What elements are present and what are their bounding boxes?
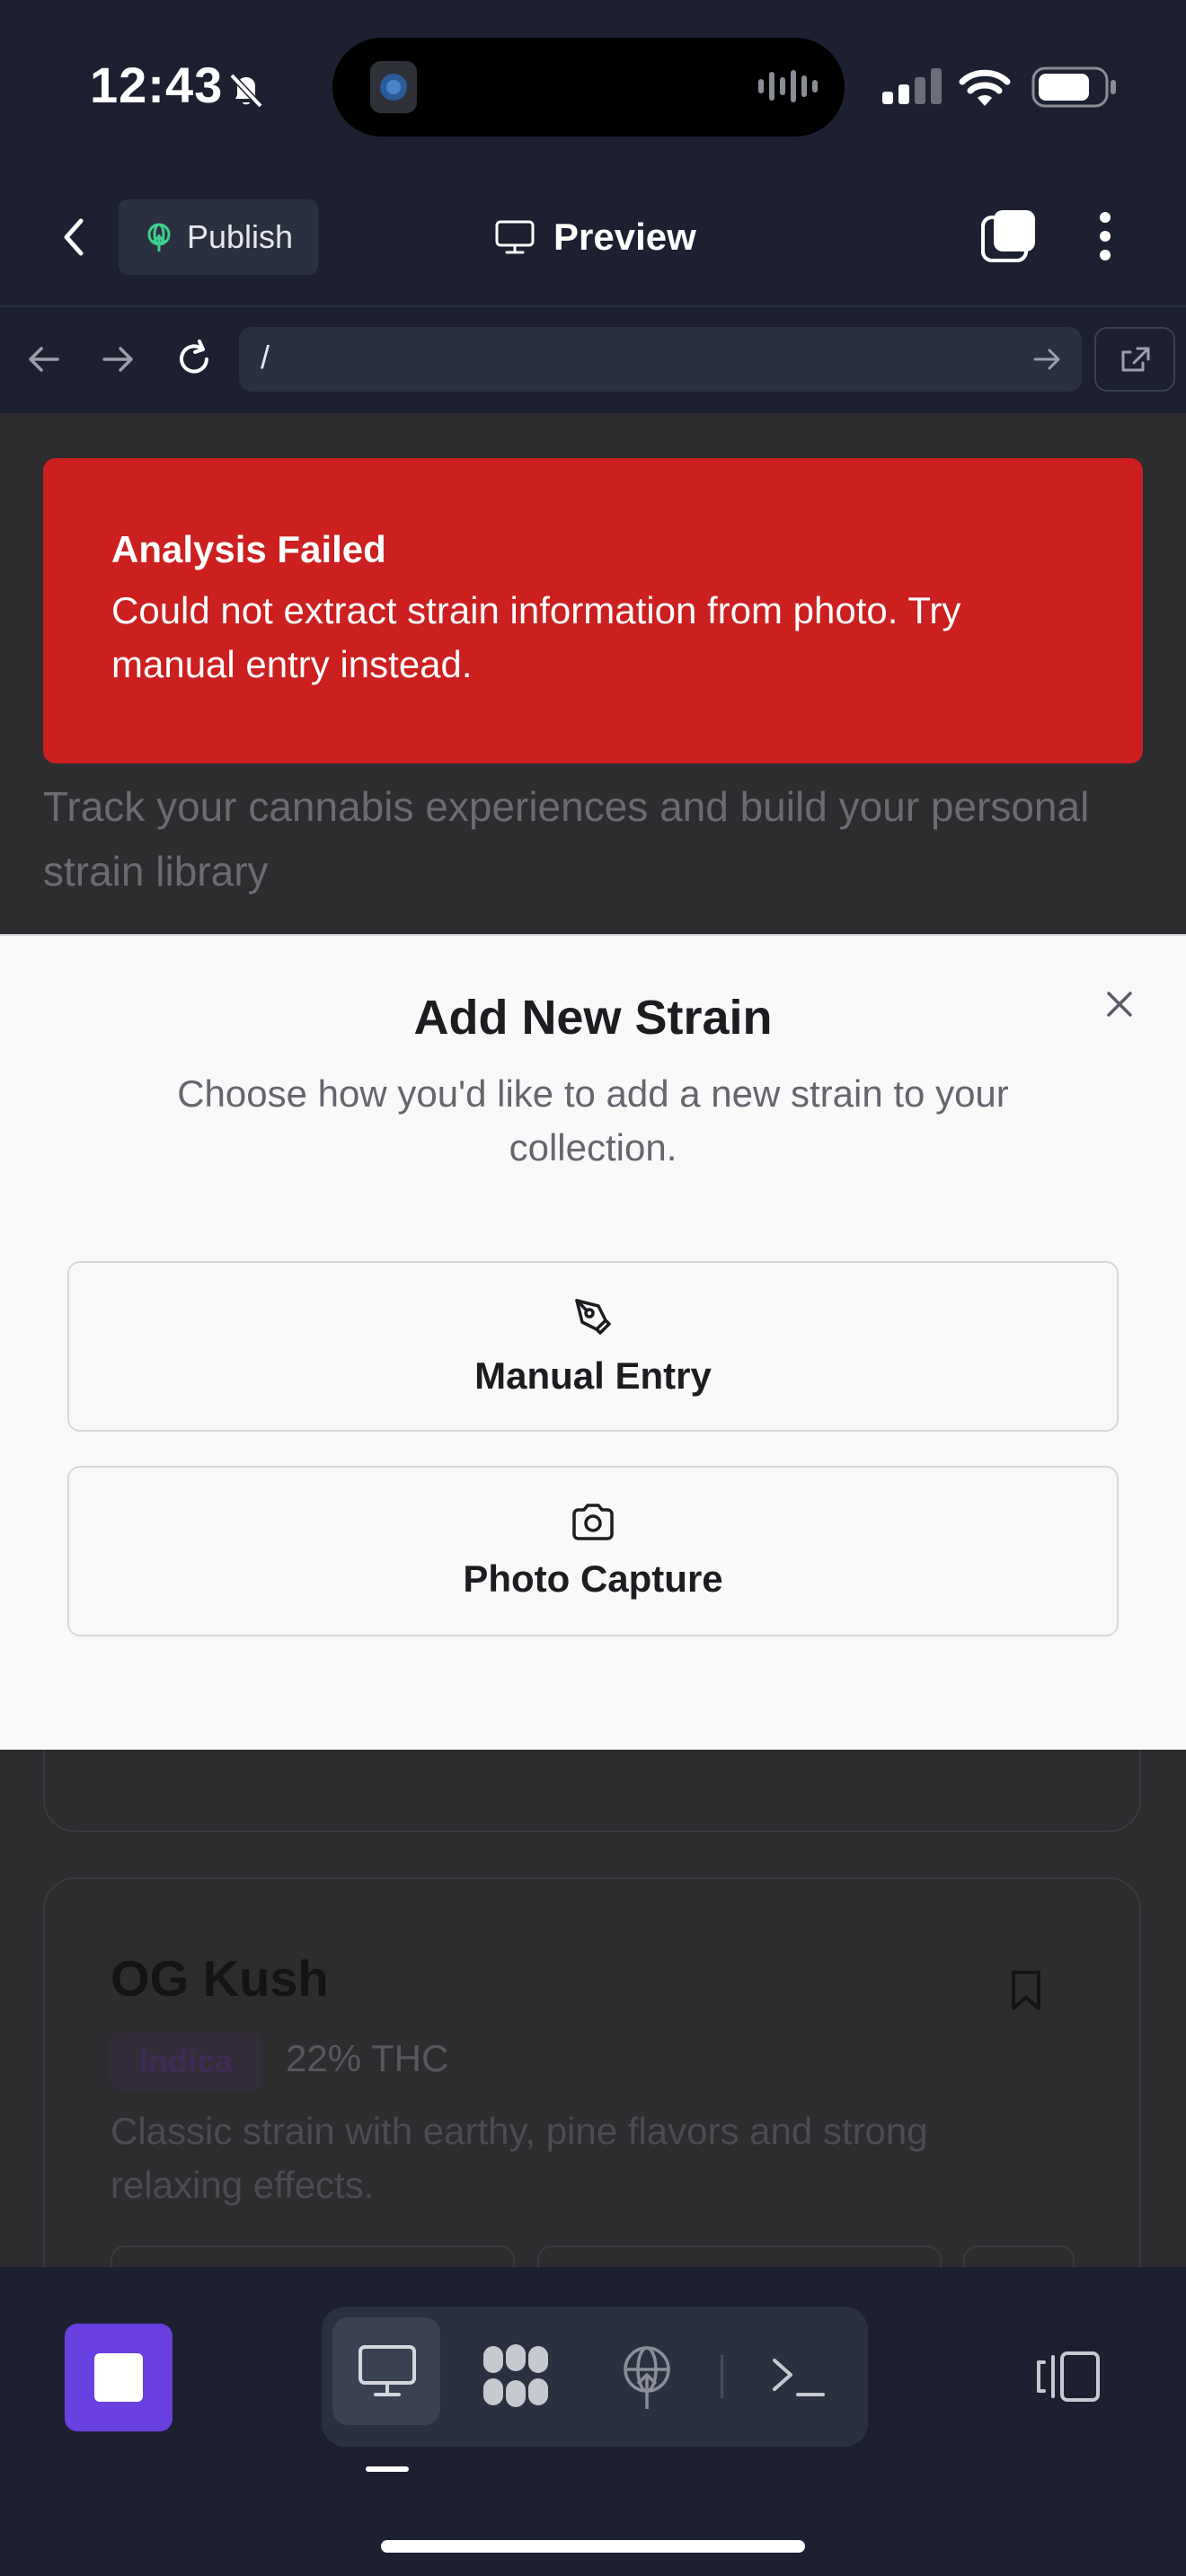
preview-label: Preview xyxy=(553,216,696,258)
strain-type-badge: Indica xyxy=(111,2033,261,2090)
deploy-globe-icon[interactable] xyxy=(618,2342,676,2411)
photo-capture-label: Photo Capture xyxy=(463,1557,723,1600)
manual-entry-label: Manual Entry xyxy=(474,1354,712,1397)
signal-icon xyxy=(882,68,942,104)
url-field[interactable] xyxy=(239,327,1082,392)
panel-layout-icon[interactable] xyxy=(1033,2350,1102,2404)
error-toast: Analysis Failed Could not extract strain… xyxy=(43,458,1143,763)
audio-waveform-icon xyxy=(758,70,818,102)
publish-label: Publish xyxy=(186,218,294,255)
back-chevron-icon[interactable] xyxy=(56,212,92,262)
strain-description: Classic strain with earthy, pine flavors… xyxy=(111,2110,928,2206)
more-options-icon[interactable] xyxy=(1087,207,1123,266)
manual-entry-button[interactable]: Manual Entry xyxy=(67,1261,1119,1432)
strain-thc: 22% THC xyxy=(286,2037,449,2079)
dialog-description: Choose how you'd like to add a new strai… xyxy=(177,1072,1009,1169)
pen-tool-icon xyxy=(575,1299,611,1335)
publish-button[interactable]: Publish xyxy=(119,199,318,275)
browser-forward-icon[interactable] xyxy=(99,341,138,377)
reload-icon[interactable] xyxy=(173,338,216,381)
photo-capture-button[interactable]: Photo Capture xyxy=(67,1466,1119,1636)
silent-mode-icon xyxy=(229,73,263,109)
external-link-icon xyxy=(1121,347,1150,372)
browser-back-icon[interactable] xyxy=(23,341,63,377)
stop-icon xyxy=(94,2353,143,2402)
close-button[interactable] xyxy=(1094,979,1145,1029)
stop-button[interactable] xyxy=(65,2324,173,2431)
home-indicator xyxy=(381,2540,805,2553)
bookmark-icon[interactable] xyxy=(1008,1969,1044,2012)
monitor-icon xyxy=(358,2345,416,2396)
status-time: 12:43 xyxy=(90,57,224,113)
url-text: / xyxy=(261,339,270,375)
preview-tab[interactable]: Preview xyxy=(494,208,696,266)
tabs-icon[interactable] xyxy=(979,207,1039,266)
go-arrow-icon[interactable] xyxy=(1031,345,1064,374)
app-activity-icon xyxy=(370,61,417,113)
strain-name: OG Kush xyxy=(111,1950,329,2007)
camera-icon xyxy=(572,1504,614,1540)
active-tab-indicator xyxy=(366,2466,409,2472)
battery-icon xyxy=(1031,66,1116,108)
toast-title: Analysis Failed xyxy=(111,528,386,570)
page-subtitle: Track your cannabis experiences and buil… xyxy=(43,783,1090,895)
monitor-icon xyxy=(495,220,535,254)
wifi-icon xyxy=(959,69,1011,106)
dialog-title: Add New Strain xyxy=(413,991,773,1045)
toolbar-divider xyxy=(721,2355,723,2398)
agent-logo-icon[interactable] xyxy=(480,2341,552,2413)
publish-globe-icon xyxy=(147,223,171,251)
toast-message: Could not extract strain information fro… xyxy=(111,589,961,685)
close-icon xyxy=(1107,992,1132,1017)
terminal-icon[interactable] xyxy=(771,2355,827,2400)
